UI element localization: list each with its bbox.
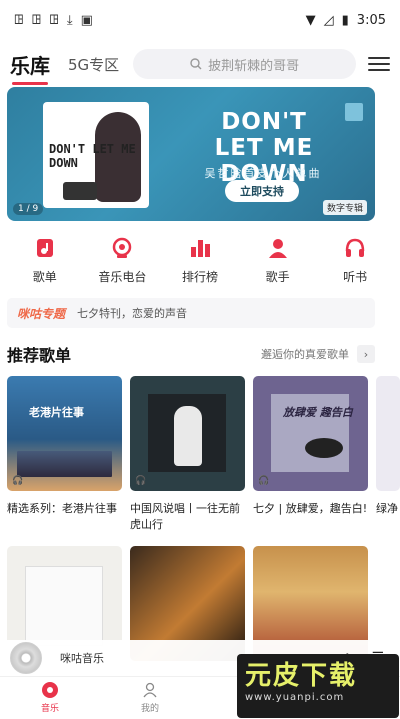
playlist-card[interactable]: 老港片往事 🎧 精选系列：老港片往事 [7,376,122,517]
vinyl-record [305,438,343,458]
section-title: 推荐歌单 [7,346,72,365]
tab-music-library[interactable]: 乐库 [10,50,50,85]
playlist-title: 七夕 | 放肆爱，趣告白! [253,502,368,515]
album-cover: DON'T LET ME DOWN [43,102,149,208]
radio-image [63,182,97,200]
playlist-title: 精选系列：老港片往事 [7,502,117,515]
tab-5g-zone[interactable]: 5G专区 [68,54,119,75]
rapper-figure [174,406,202,466]
watermark-logo: 元皮下载 www.yuanpi.com [237,654,399,718]
playlist-card[interactable]: 绿净 [376,376,400,517]
status-left-icons: ꖸ ꖸ ꖸ ⤓ ▣ [14,13,93,28]
status-bar: ꖸ ꖸ ꖸ ⤓ ▣ ▼ ◿ ▮ 3:05 [0,0,400,40]
mini-player-title: 咪咕音乐 [60,652,104,665]
promo-banner[interactable]: DON'T LET ME DOWN DON'T LET ME DOWN 吴哲晗首… [7,87,375,221]
image-icon: ▣ [80,12,93,28]
playlist-cover: 老港片往事 🎧 [7,376,122,491]
bottom-nav-mine[interactable]: 我的 [100,677,200,719]
top-bar: 乐库 5G专区 披荆斩棘的哥哥 [0,44,400,85]
playlist-card[interactable]: 🎧 中国风说唱丨一往无前虎山行 [130,376,245,533]
music-icon [42,682,58,698]
notification-icon: ꖸ [49,12,59,28]
playlist-title: 中国风说唱丨一往无前虎山行 [130,502,240,531]
nav-audiobook[interactable]: 听书 [325,236,385,292]
digital-album-tag: 数字专辑 [322,200,367,215]
notice-brand: 咪咕专题 [17,306,66,321]
user-icon [143,682,157,698]
playlist-title: 绿净 [376,502,398,515]
status-right: ▼ ◿ ▮ 3:05 [306,13,386,28]
battery-icon: ▮ [341,12,349,28]
signal-icon: ◿ [323,12,334,28]
banner-page-indicator: 1 / 9 [13,203,44,215]
playlist-icon [33,236,57,260]
nav-chart[interactable]: 排行榜 [170,236,230,292]
topic-notice[interactable]: 咪咕专题 七夕特刊，恋爱的声音 [7,298,375,328]
status-time: 3:05 [356,12,386,28]
disc-icon [10,642,42,674]
playlist-cover [376,376,400,491]
bottom-nav-music[interactable]: 音乐 [0,677,100,719]
radio-icon [110,236,134,260]
playlist-card[interactable]: 放肆爱 趣告白 🎧 七夕 | 放肆爱，趣告白! [253,376,368,517]
notification-icon: ꖸ [31,12,42,28]
notification-icon: ꖸ [14,12,24,28]
playlist-cover: 🎧 [130,376,245,491]
wifi-icon: ▼ [305,12,316,28]
nav-radio[interactable]: 音乐电台 [92,236,152,292]
headphones-icon: 🎧 [258,476,270,486]
download-icon: ⤓ [66,12,73,28]
search-placeholder: 披荆斩棘的哥哥 [208,58,300,74]
nav-playlist[interactable]: 歌单 [15,236,75,292]
chart-icon [188,236,212,260]
chevron-right-icon: › [357,345,375,363]
quick-nav: 歌单 音乐电台 排行榜 歌手 听书 [0,236,400,292]
search-input[interactable]: 披荆斩棘的哥哥 [133,49,356,79]
more-playlists-link[interactable]: 邂逅你的真爱歌单 › [261,345,375,363]
notice-text: 七夕特刊，恋爱的声音 [77,307,188,320]
recommend-section-header: 推荐歌单 邂逅你的真爱歌单 › [7,342,375,366]
headphones-icon: 🎧 [135,476,147,486]
album-title: DON'T LET ME DOWN [49,142,136,170]
headphones-icon: 🎧 [12,476,24,486]
sheet-music-image [25,566,103,646]
support-button[interactable]: 立即支持 [225,180,299,202]
banner-decoration [345,103,363,121]
headphones-icon [343,236,367,260]
city-skyline [17,451,112,477]
search-icon [190,58,202,70]
menu-icon[interactable] [368,57,390,71]
playlist-cover: 放肆爱 趣告白 🎧 [253,376,368,491]
banner-subtitle: 吴哲晗首支个人单曲 [204,167,322,180]
singer-icon [266,236,290,260]
nav-singer[interactable]: 歌手 [248,236,308,292]
